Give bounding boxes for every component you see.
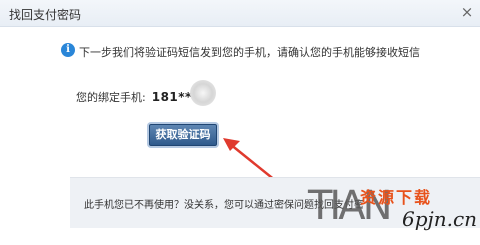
dialog: 找回支付密码 × i 下一步我们将验证码短信发到您的手机，请确认您的手机能够接收… [0, 0, 480, 245]
watermark-url: 6pjn.cn [402, 207, 478, 231]
info-icon: i [61, 43, 75, 57]
info-text: 下一步我们将验证码短信发到您的手机，请确认您的手机能够接收短信 [79, 46, 420, 59]
close-icon[interactable]: × [459, 4, 475, 20]
bound-phone-label: 您的绑定手机: [76, 91, 146, 104]
dialog-title: 找回支付密码 [9, 8, 82, 22]
watermark-cn-text: 资源下载 [360, 188, 433, 207]
bound-phone-row: 您的绑定手机: 181**** [76, 86, 205, 104]
redaction-blur [190, 80, 216, 106]
dialog-titlebar: 找回支付密码 × [0, 0, 480, 27]
get-verification-code-button[interactable]: 获取验证码 [149, 124, 217, 146]
